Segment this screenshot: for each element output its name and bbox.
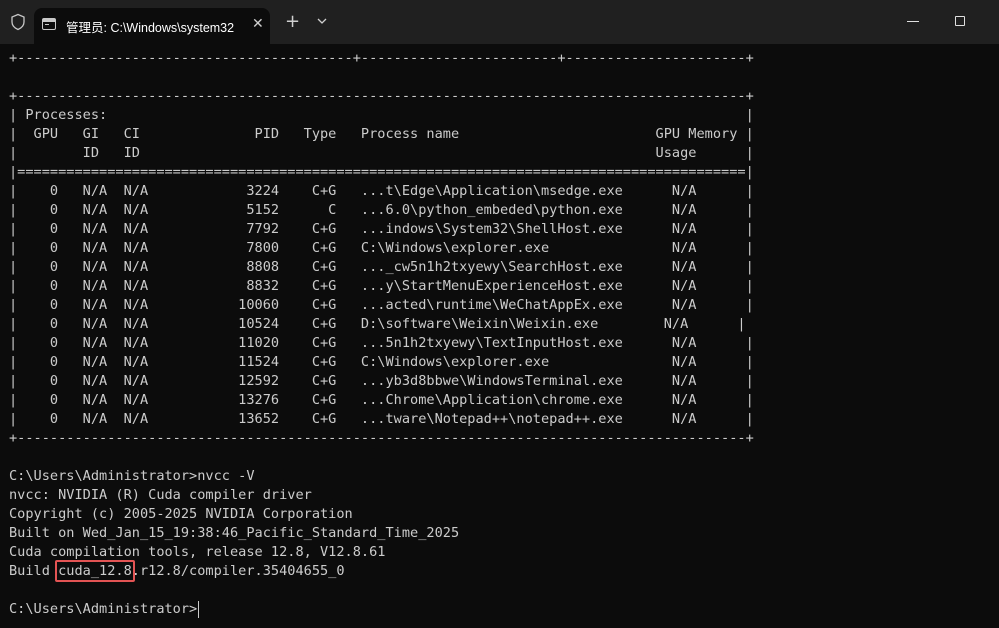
maximize-button[interactable] [955, 16, 965, 26]
terminal-line: | ID ID Usage | [9, 145, 754, 161]
new-tab-button[interactable]: + [285, 12, 300, 32]
terminal-line: | 0 N/A N/A 5152 C ...6.0\python_embeded… [9, 202, 754, 218]
terminal-line: | 0 N/A N/A 7800 C+G C:\Windows\explorer… [9, 240, 754, 256]
terminal-line: Built on Wed_Jan_15_19:38:46_Pacific_Sta… [9, 525, 460, 541]
terminal-line: | 0 N/A N/A 12592 C+G ...yb3d8bbwe\Windo… [9, 373, 754, 389]
terminal-line: +---------------------------------------… [9, 430, 754, 446]
terminal-line: | 0 N/A N/A 10524 C+G D:\software\Weixin… [9, 316, 746, 332]
highlight-box [55, 560, 135, 582]
terminal-line: | 0 N/A N/A 7792 C+G ...indows\System32\… [9, 221, 754, 237]
title-bar: 管理员: C:\Windows\system32 ✕ + [0, 0, 999, 44]
tab-title: 管理员: C:\Windows\system32 [66, 21, 235, 35]
shield-icon [11, 13, 25, 31]
chevron-down-icon[interactable] [316, 15, 328, 27]
terminal-line: | 0 N/A N/A 8832 C+G ...y\StartMenuExper… [9, 278, 754, 294]
terminal-line: | 0 N/A N/A 13276 C+G ...Chrome\Applicat… [9, 392, 754, 408]
terminal-line: +---------------------------------------… [9, 50, 754, 66]
terminal-line: C:\Users\Administrator>nvcc -V [9, 468, 255, 484]
text-cursor [198, 601, 200, 618]
terminal-line: C:\Users\Administrator> [9, 601, 198, 617]
terminal-line: | 0 N/A N/A 13652 C+G ...tware\Notepad++… [9, 411, 754, 427]
terminal-output[interactable]: +---------------------------------------… [9, 44, 994, 628]
tab-terminal[interactable]: 管理员: C:\Windows\system32 ✕ [34, 8, 270, 44]
terminal-line: | GPU GI CI PID Type Process name GPU Me… [9, 126, 754, 142]
terminal-line: Copyright (c) 2005-2025 NVIDIA Corporati… [9, 506, 353, 522]
terminal-line: | 0 N/A N/A 11524 C+G C:\Windows\explore… [9, 354, 754, 370]
terminal-line: | Processes: | [9, 107, 754, 123]
terminal-line: nvcc: NVIDIA (R) Cuda compiler driver [9, 487, 312, 503]
terminal-line: |=======================================… [9, 164, 754, 180]
terminal-line: | 0 N/A N/A 3224 C+G ...t\Edge\Applicati… [9, 183, 754, 199]
minimize-button[interactable] [907, 21, 919, 22]
terminal-line: | 0 N/A N/A 8808 C+G ..._cw5n1h2txyewy\S… [9, 259, 754, 275]
terminal-line: +---------------------------------------… [9, 88, 754, 104]
terminal-icon [42, 18, 56, 30]
close-tab-button[interactable]: ✕ [252, 16, 264, 32]
terminal-line: | 0 N/A N/A 11020 C+G ...5n1h2txyewy\Tex… [9, 335, 754, 351]
terminal-line: | 0 N/A N/A 10060 C+G ...acted\runtime\W… [9, 297, 754, 313]
